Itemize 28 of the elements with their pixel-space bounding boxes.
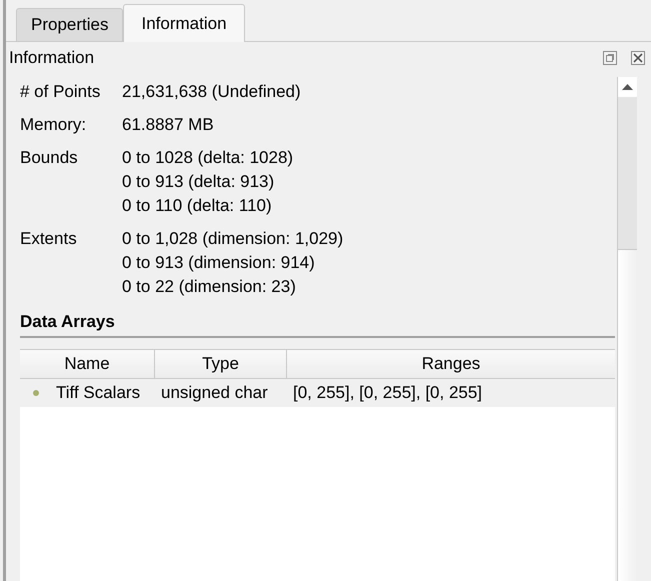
- info-value: 0 to 110 (delta: 110): [122, 195, 273, 217]
- bullet-icon: [33, 390, 39, 396]
- section-heading: Data Arrays: [20, 311, 116, 333]
- info-label: # of Points: [20, 81, 102, 103]
- table-cell-text: [0, 255], [0, 255], [0, 255]: [293, 382, 482, 404]
- info-value: 0 to 1028 (delta: 1028): [122, 147, 294, 169]
- info-label: Memory:: [20, 114, 88, 136]
- info-value: 0 to 22 (dimension: 23): [122, 276, 297, 298]
- column-header[interactable]: Ranges: [287, 350, 615, 378]
- tab[interactable]: Properties: [16, 8, 124, 41]
- info-label: Bounds: [20, 147, 79, 169]
- info-value: 21,631,638 (Undefined): [122, 81, 301, 103]
- table-cell-text: Tiff Scalars: [56, 382, 140, 404]
- table-row[interactable]: Tiff Scalars unsigned char [0, 255], [0, 255], [0, 255]: [20, 379, 615, 407]
- info-value: 61.8887 MB: [122, 114, 214, 136]
- tab[interactable]: Information: [123, 4, 245, 42]
- info-value: 0 to 1,028 (dimension: 1,029): [122, 228, 344, 250]
- scrollbar[interactable]: [617, 77, 637, 581]
- column-header[interactable]: Name: [20, 350, 155, 378]
- float-icon[interactable]: [603, 51, 617, 65]
- info-value: 0 to 913 (delta: 913): [122, 171, 276, 193]
- column-header[interactable]: Type: [155, 350, 287, 378]
- scrollbar-thumb[interactable]: [618, 97, 637, 250]
- panel-title: Information: [9, 47, 94, 70]
- close-icon[interactable]: [631, 51, 645, 65]
- table-cell-text: unsigned char: [161, 382, 268, 404]
- info-label: Extents: [20, 228, 78, 250]
- info-value: 0 to 913 (dimension: 914): [122, 252, 316, 274]
